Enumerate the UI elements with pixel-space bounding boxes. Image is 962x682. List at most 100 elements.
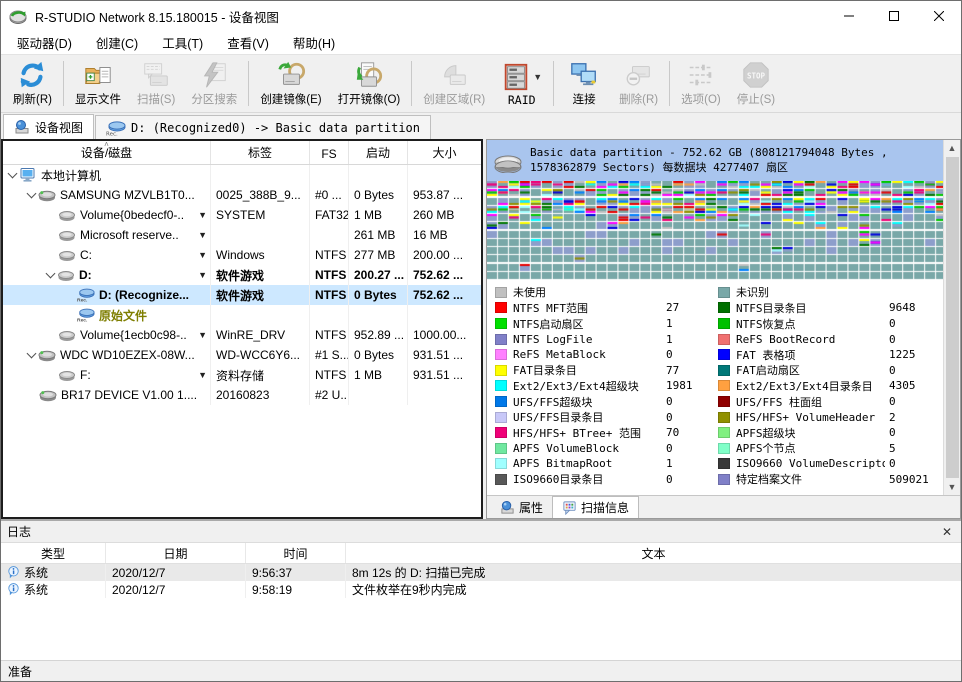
show-files-button[interactable]: 显示文件 [67, 56, 129, 111]
menu-drive[interactable]: 驱动器(D) [5, 30, 84, 55]
log-col-type[interactable]: 类型 [1, 543, 106, 563]
scan-icon [141, 60, 171, 90]
cell-label: 软件游戏 [211, 285, 310, 305]
col-device-disk[interactable]: ˄设备/磁盘 [3, 141, 211, 164]
legend-item: FAT 表格项1225 [718, 347, 941, 363]
log-row[interactable]: 系统2020/12/79:56:378m 12s 的 D: 扫描已完成 [1, 564, 961, 581]
tab-device-view[interactable]: 设备视图 [3, 114, 94, 139]
scan-button[interactable]: 扫描(S) [129, 56, 183, 111]
tree-row[interactable]: SAMSUNG MZVLB1T0...0025_388B_9...#0 ...0… [3, 185, 481, 205]
tab-recognized-partition[interactable]: Rec. D: (Recognized0) -> Basic data part… [95, 115, 431, 139]
device-name: F: [80, 368, 91, 382]
view-tab-bar: 设备视图 Rec. D: (Recognized0) -> Basic data… [1, 113, 961, 139]
create-image-button[interactable]: 创建镜像(E) [252, 56, 329, 111]
menu-help[interactable]: 帮助(H) [281, 30, 347, 55]
tab-properties[interactable]: 属性 [491, 497, 552, 518]
log-close-icon[interactable]: ✕ [939, 525, 955, 539]
cell-size: 931.51 ... [408, 365, 481, 385]
legend-label: NTFS恢复点 [736, 316, 796, 332]
legend-item: APFS个节点5 [718, 441, 941, 457]
partition-search-button[interactable]: 分区搜索 [183, 56, 245, 111]
legend-item: 特定档案文件509021 [718, 472, 941, 488]
device-name: 原始文件 [99, 307, 147, 324]
maximize-button[interactable] [871, 1, 916, 31]
col-label[interactable]: 标签 [211, 141, 310, 164]
expander-chevron-icon[interactable] [27, 189, 37, 199]
device-tree-rows: 本地计算机SAMSUNG MZVLB1T0...0025_388B_9...#0… [3, 165, 481, 517]
expander-chevron-icon[interactable] [8, 169, 18, 179]
refresh-button[interactable]: 刷新(R) [5, 56, 60, 111]
row-dropdown-icon[interactable]: ▼ [195, 230, 207, 240]
close-button[interactable] [916, 1, 961, 31]
row-dropdown-icon[interactable]: ▼ [195, 330, 207, 340]
tree-row[interactable]: Volume{1ecb0c98-..▼WinRE_DRVNTFS952.89 .… [3, 325, 481, 345]
tree-row[interactable]: F:▼资料存储NTFS1 MB931.51 ... [3, 365, 481, 385]
expander-chevron-icon[interactable] [27, 349, 37, 359]
legend-count: 4305 [889, 379, 941, 392]
col-boot[interactable]: 启动 [349, 141, 408, 164]
log-time: 9:58:19 [246, 581, 346, 598]
tree-row[interactable]: BR17 DEVICE V1.00 1....20160823#2 U... [3, 385, 481, 405]
tree-row[interactable]: 本地计算机 [3, 165, 481, 185]
log-date: 2020/12/7 [106, 564, 246, 581]
expander-chevron-icon[interactable] [46, 269, 56, 279]
connect-button[interactable]: 连接 [557, 56, 611, 111]
scan-block-map[interactable] [487, 181, 943, 280]
minimize-button[interactable] [826, 1, 871, 31]
col-fs[interactable]: FS [310, 141, 349, 164]
legend-count: 77 [666, 364, 718, 377]
cell-label: 资料存储 [211, 365, 310, 385]
tree-row[interactable]: WDC WD10EZEX-08W...WD-WCC6Y6...#1 S...0 … [3, 345, 481, 365]
create-region-button[interactable]: 创建区域(R) [415, 56, 493, 111]
legend-label: 未识别 [736, 284, 769, 300]
tree-row[interactable]: Microsoft reserve..▼261 MB16 MB [3, 225, 481, 245]
col-size[interactable]: 大小 [408, 141, 481, 164]
legend-label: FAT 表格项 [736, 347, 796, 363]
row-dropdown-icon[interactable]: ▼ [195, 250, 207, 260]
open-image-button[interactable]: 打开镜像(O) [330, 56, 409, 111]
tree-row[interactable]: Volume{0bedecf0-..▼SYSTEMFAT321 MB260 MB [3, 205, 481, 225]
cell-size: 16 MB [408, 225, 481, 245]
app-window: R-STUDIO Network 8.15.180015 - 设备视图 驱动器(… [0, 0, 962, 682]
scan-scrollbar[interactable]: ▲ ▼ [943, 140, 960, 495]
volume-icon [58, 367, 76, 383]
tree-row[interactable]: D:▼软件游戏NTFS200.27 ...752.62 ... [3, 265, 481, 285]
menu-tools[interactable]: 工具(T) [150, 30, 215, 55]
legend-swatch [718, 427, 730, 438]
cell-label: 20160823 [211, 385, 310, 405]
scroll-down-icon[interactable]: ▼ [944, 479, 960, 495]
tab-scan-info[interactable]: 扫描信息 [552, 496, 639, 518]
tree-row[interactable]: Rec.D: (Recognize...软件游戏NTFS0 Bytes752.6… [3, 285, 481, 305]
stop-button[interactable]: STOP 停止(S) [729, 56, 783, 111]
scroll-up-icon[interactable]: ▲ [944, 140, 960, 156]
tree-row[interactable]: Rec.原始文件 [3, 305, 481, 325]
volume-icon [57, 267, 75, 283]
row-dropdown-icon[interactable]: ▼ [195, 270, 207, 280]
delete-button[interactable]: 删除(R) [611, 56, 666, 111]
legend-item: FAT目录条目77 [495, 363, 718, 379]
app-logo-icon [9, 7, 27, 25]
row-dropdown-icon[interactable]: ▼ [195, 370, 207, 380]
show-files-icon [83, 60, 113, 90]
row-dropdown-icon[interactable]: ▼ [195, 210, 207, 220]
legend-label: UFS/FFS 柱面组 [736, 394, 822, 410]
raid-dropdown-arrow[interactable]: ▼ [533, 72, 542, 82]
raid-icon [501, 62, 531, 92]
options-button[interactable]: 选项(O) [673, 56, 729, 111]
device-view-icon [14, 119, 30, 135]
scroll-thumb[interactable] [946, 157, 959, 478]
partition-search-icon [199, 60, 229, 90]
log-row[interactable]: 系统2020/12/79:58:19文件枚举在9秒内完成 [1, 581, 961, 598]
menu-create[interactable]: 创建(C) [84, 30, 150, 55]
cell-label: SYSTEM [211, 205, 310, 225]
raid-button[interactable]: ▼ RAID [493, 56, 550, 111]
menu-view[interactable]: 查看(V) [215, 30, 281, 55]
log-col-date[interactable]: 日期 [106, 543, 246, 563]
legend-count: 1 [666, 333, 718, 346]
tree-row[interactable]: C:▼WindowsNTFS277 MB200.00 ... [3, 245, 481, 265]
log-col-text[interactable]: 文本 [346, 543, 961, 563]
legend-count: 1981 [666, 379, 718, 392]
legend-item: HFS/HFS+ BTree+ 范围70 [495, 425, 718, 441]
log-col-time[interactable]: 时间 [246, 543, 346, 563]
device-tree-header: ˄设备/磁盘 标签 FS 启动 大小 [3, 141, 481, 165]
